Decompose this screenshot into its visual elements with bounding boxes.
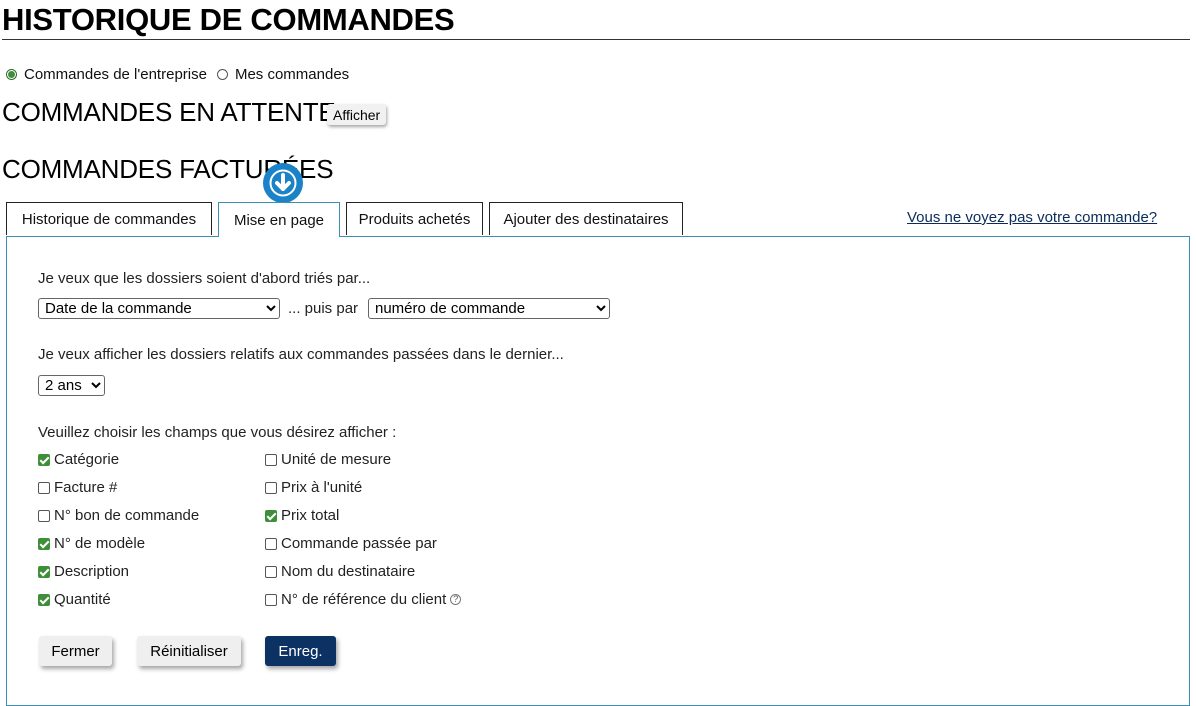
field-option-customer-reference[interactable]: N° de référence du client ? <box>265 591 462 608</box>
field-option-po-number[interactable]: N° bon de commande <box>38 507 199 524</box>
then-by-label: ... puis par <box>288 300 359 317</box>
checkbox[interactable] <box>265 453 277 466</box>
field-label: Prix total <box>281 507 340 524</box>
show-pending-button[interactable]: Afficher <box>327 104 387 125</box>
tab-add-recipients[interactable]: Ajouter des destinataires <box>489 202 683 235</box>
secondary-sort-select[interactable]: numéro de commande <box>368 298 610 319</box>
radio-company-orders[interactable] <box>6 69 17 80</box>
scroll-down-icon[interactable] <box>263 163 303 203</box>
field-option-category[interactable]: Catégorie <box>38 451 119 468</box>
checkbox[interactable] <box>265 509 277 522</box>
checkbox[interactable] <box>38 481 50 494</box>
field-option-recipient-name[interactable]: Nom du destinataire <box>265 563 415 580</box>
save-button[interactable]: Enreg. <box>265 636 336 666</box>
field-option-invoice[interactable]: Facture # <box>38 479 117 496</box>
field-label: Quantité <box>54 591 111 608</box>
scope-option-label: Commandes de l'entreprise <box>24 66 207 83</box>
checkbox[interactable] <box>265 593 277 606</box>
checkbox[interactable] <box>265 537 277 550</box>
primary-sort-select[interactable]: Date de la commande <box>38 298 280 319</box>
checkbox[interactable] <box>38 453 50 466</box>
field-option-model-number[interactable]: N° de modèle <box>38 535 145 552</box>
checkbox[interactable] <box>38 565 50 578</box>
field-label: Unité de mesure <box>281 451 392 468</box>
page-title: HISTORIQUE DE COMMANDES <box>2 2 455 37</box>
field-option-quantity[interactable]: Quantité <box>38 591 111 608</box>
sort-prompt: Je veux que les dossiers soient d'abord … <box>38 270 371 287</box>
reset-button[interactable]: Réinitialiser <box>137 636 241 666</box>
field-label: Description <box>54 563 130 580</box>
checkbox[interactable] <box>265 481 277 494</box>
field-option-unit-price[interactable]: Prix à l'unité <box>265 479 362 496</box>
fields-prompt: Veuillez choisir les champs que vous dés… <box>38 424 397 441</box>
field-label: N° bon de commande <box>54 507 200 524</box>
tab-order-history[interactable]: Historique de commandes <box>6 202 212 235</box>
scope-option-company[interactable]: Commandes de l'entreprise <box>6 66 207 83</box>
close-button[interactable]: Fermer <box>39 636 112 666</box>
field-label: Nom du destinataire <box>281 563 416 580</box>
field-option-ordered-by[interactable]: Commande passée par <box>265 535 437 552</box>
order-scope-selector: Commandes de l'entreprise Mes commandes <box>6 66 359 83</box>
field-option-description[interactable]: Description <box>38 563 129 580</box>
scope-option-mine[interactable]: Mes commandes <box>216 66 350 83</box>
radio-my-orders[interactable] <box>216 69 228 80</box>
period-prompt: Je veux afficher les dossiers relatifs a… <box>38 346 564 363</box>
title-divider <box>2 39 1190 40</box>
field-label: N° de modèle <box>54 535 146 552</box>
field-label: Prix à l'unité <box>281 479 363 496</box>
field-option-unit-of-measure[interactable]: Unité de mesure <box>265 451 391 468</box>
checkbox[interactable] <box>38 537 50 550</box>
field-label: Catégorie <box>54 451 120 468</box>
checkbox[interactable] <box>38 593 50 606</box>
checkbox[interactable] <box>265 565 277 578</box>
tab-purchased-products[interactable]: Produits achetés <box>346 202 483 235</box>
checkbox[interactable] <box>38 509 50 522</box>
missing-order-help-link[interactable]: Vous ne voyez pas votre commande? <box>907 209 1157 226</box>
tab-layout[interactable]: Mise en page <box>218 202 340 237</box>
field-label: Facture # <box>54 479 118 496</box>
period-select[interactable]: 2 ans <box>38 375 105 396</box>
scope-option-label: Mes commandes <box>234 66 350 83</box>
field-option-total-price[interactable]: Prix total <box>265 507 339 524</box>
field-label: N° de référence du client <box>281 591 447 608</box>
field-label: Commande passée par <box>281 535 437 552</box>
pending-orders-title: COMMANDES EN ATTENTE <box>2 97 336 127</box>
order-tabs: Historique de commandes Mise en page Pro… <box>6 202 689 237</box>
question-circle-icon[interactable]: ? <box>450 594 462 605</box>
